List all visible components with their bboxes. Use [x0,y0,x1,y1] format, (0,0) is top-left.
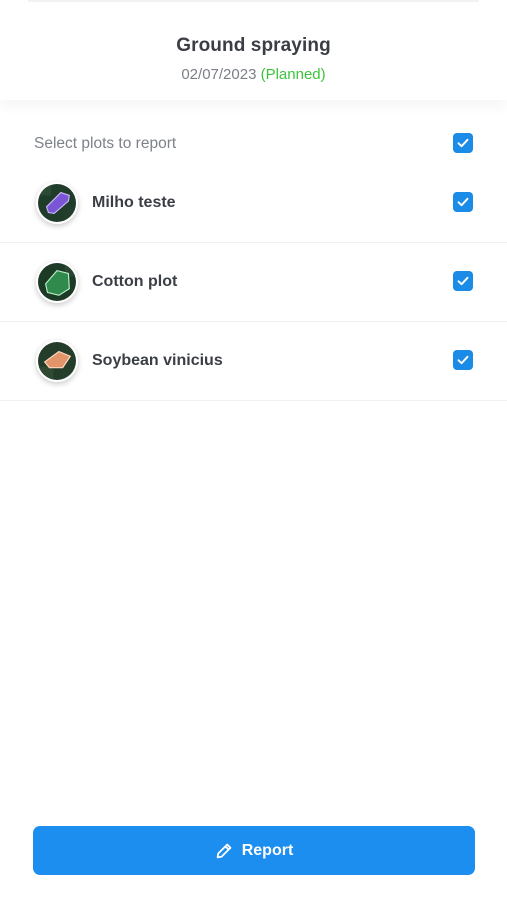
plot-list: Milho teste Cotton plot Soybean vinicius [0,164,507,401]
list-item-plot[interactable]: Milho teste [0,164,507,243]
screen: Ground spraying 02/07/2023 (Planned) Sel… [0,0,507,900]
check-icon [457,138,469,148]
plot-map-thumbnail-icon [36,182,78,224]
plot-checkbox[interactable] [453,350,473,370]
select-all-row[interactable]: Select plots to report [0,122,507,164]
select-all-checkbox[interactable] [453,133,473,153]
plot-name: Soybean vinicius [92,352,223,369]
plot-map-thumbnail-icon [36,340,78,382]
plot-name: Milho teste [92,194,176,211]
status-label: (Planned) [260,66,326,83]
plot-name: Cotton plot [92,273,178,290]
pencil-icon [216,843,232,858]
check-icon [457,276,469,286]
check-icon [457,197,469,207]
header-top-divider [28,0,479,2]
list-item-plot[interactable]: Cotton plot [0,243,507,322]
header: Ground spraying 02/07/2023 (Planned) [0,0,507,100]
page-title: Ground spraying [176,35,331,56]
plot-checkbox[interactable] [453,271,473,291]
select-all-label: Select plots to report [34,135,177,152]
plot-checkbox[interactable] [453,192,473,212]
list-item-plot[interactable]: Soybean vinicius [0,322,507,401]
page-subtitle: 02/07/2023 (Planned) [0,66,507,83]
report-button-label: Report [241,841,294,859]
check-icon [457,355,469,365]
activity-date: 02/07/2023 [181,66,257,83]
plot-map-thumbnail-icon [36,261,78,303]
report-button[interactable]: Report [33,826,475,875]
